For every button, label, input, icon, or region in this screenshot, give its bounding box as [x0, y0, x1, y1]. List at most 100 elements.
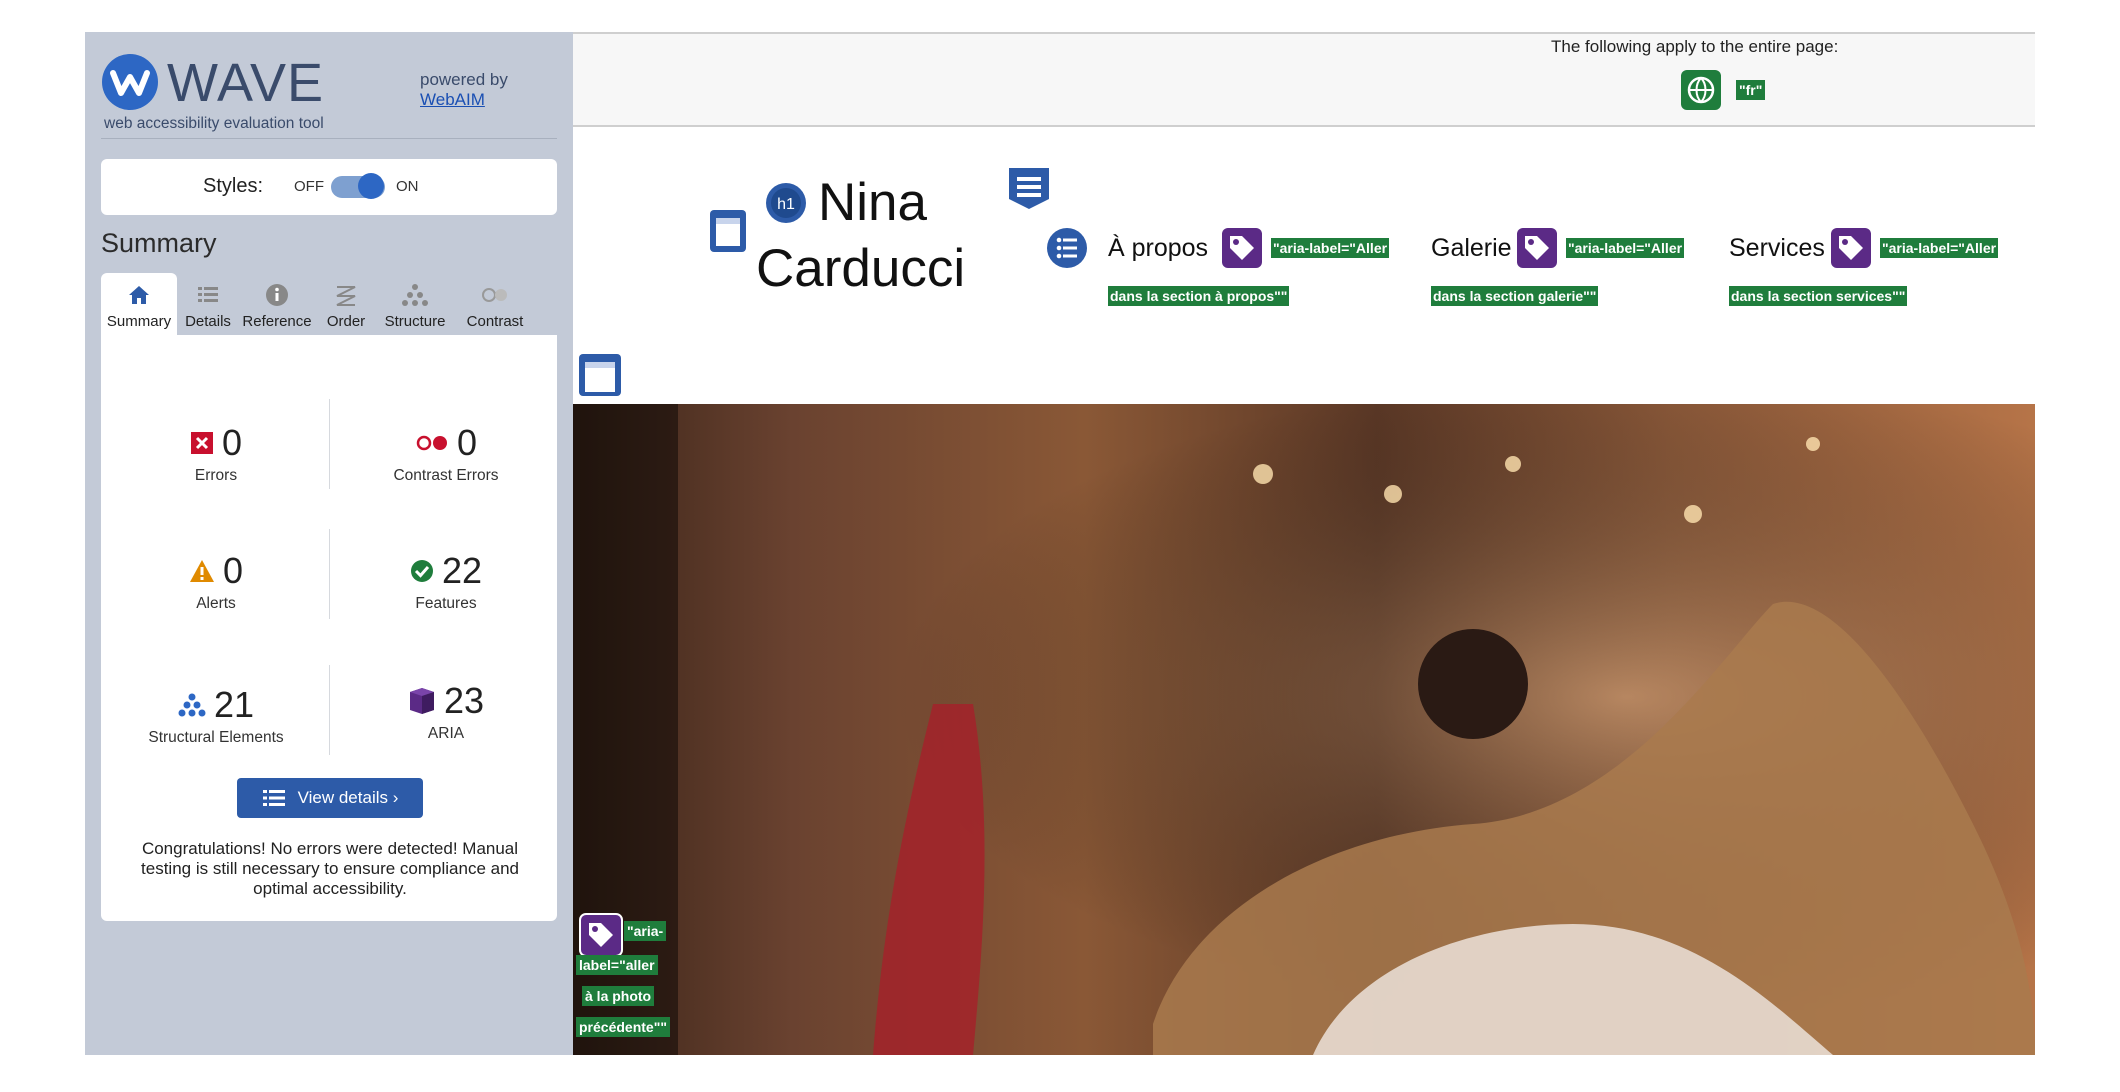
structural-count: 21 — [213, 684, 255, 725]
wave-tab-bar: Summary Details Reference Order Structur… — [101, 273, 557, 335]
list-icon — [198, 287, 218, 302]
nav-aria-label-tag: dans la section galerie"" — [1431, 285, 1599, 307]
wave-tagline: web accessibility evaluation tool — [104, 115, 324, 132]
alert-icon — [189, 560, 214, 582]
features-count: 22 — [441, 550, 483, 591]
view-details-button[interactable]: View details › — [237, 778, 423, 818]
wave-sidebar: WAVE web accessibility evaluation tool p… — [85, 32, 573, 1055]
alerts-label: Alerts — [196, 595, 236, 612]
site-title-line2: Carducci — [756, 239, 966, 298]
styles-toggle-panel: Styles: OFF ON — [101, 159, 557, 215]
nav-aria-label-tag: "aria-label="Aller — [1271, 237, 1411, 259]
styles-toggle-knob — [358, 173, 384, 199]
page-level-text: The following apply to the entire page: — [1551, 37, 1839, 56]
structure-icon — [402, 284, 428, 306]
stat-aria[interactable]: 23 ARIA — [341, 679, 551, 743]
navigation-landmark-icon[interactable] — [1006, 165, 1052, 211]
error-icon — [190, 432, 213, 454]
tab-order[interactable]: Order — [317, 273, 375, 335]
aria-label-icon[interactable] — [1220, 226, 1264, 270]
aria-label-text: à la photo — [582, 986, 655, 1006]
powered-by-label: powered by — [420, 70, 508, 89]
site-title: Nina Carducci — [756, 170, 965, 302]
tab-structure-label: Structure — [384, 313, 446, 330]
tab-reference-label: Reference — [242, 313, 312, 330]
structural-label: Structural Elements — [148, 729, 284, 746]
stat-errors[interactable]: 0 Errors — [111, 421, 321, 485]
stat-divider — [329, 665, 330, 755]
tab-details[interactable]: Details — [179, 273, 237, 335]
nav-link-services[interactable]: Services — [1729, 234, 1825, 263]
home-icon — [129, 286, 149, 304]
nav-link-a-propos[interactable]: À propos — [1108, 234, 1208, 263]
aria-label-text: "aria-label="Aller — [1880, 238, 1999, 258]
tab-contrast-label: Contrast — [466, 313, 524, 330]
summary-heading: Summary — [101, 228, 217, 258]
aria-label-icon[interactable] — [1829, 226, 1873, 270]
stat-alerts[interactable]: 0 Alerts — [111, 549, 321, 613]
aria-label-text: dans la section à propos"" — [1108, 286, 1290, 306]
tab-summary-label: Summary — [106, 313, 172, 330]
contrast-error-icon — [416, 435, 447, 451]
aria-label-icon[interactable] — [1515, 226, 1559, 270]
aria-label-text: précédente"" — [576, 1017, 670, 1037]
styles-on-label: ON — [396, 178, 419, 195]
wedding-photo — [573, 404, 2035, 1055]
aria-label-text: dans la section galerie"" — [1431, 286, 1599, 306]
stat-divider — [329, 529, 330, 619]
powered-by: powered by WebAIM — [420, 70, 508, 110]
contrast-errors-label: Contrast Errors — [393, 467, 499, 484]
aria-label-text: dans la section services"" — [1729, 286, 1908, 306]
styles-off-label: OFF — [294, 178, 324, 195]
congrats-message: Congratulations! No errors were detected… — [141, 839, 519, 898]
alerts-count: 0 — [222, 550, 244, 591]
hero-image — [573, 404, 2035, 1055]
aria-label-text: "aria- — [624, 921, 667, 941]
view-details-label: View details › — [297, 788, 399, 807]
tab-contrast[interactable]: Contrast — [455, 273, 535, 335]
nav-aria-label-tag: "aria-label="Aller — [1566, 237, 1706, 259]
main-landmark-icon[interactable] — [577, 352, 623, 398]
stat-structural[interactable]: 21 Structural Elements — [111, 683, 321, 747]
tab-reference[interactable]: Reference — [237, 273, 317, 335]
sidebar-divider — [101, 138, 557, 139]
site-title-line1: Nina — [818, 173, 928, 232]
language-icon[interactable] — [1681, 70, 1721, 110]
nav-aria-label-tag: "aria-label="Aller — [1880, 237, 2030, 259]
tab-order-label: Order — [326, 313, 366, 330]
info-icon — [266, 284, 288, 306]
aria-count: 23 — [443, 680, 485, 721]
wave-logo-icon — [102, 54, 158, 110]
summary-panel: 0 Errors 0 Contrast Errors 0 Alerts 22 F… — [101, 335, 557, 921]
tab-summary[interactable]: Summary — [101, 273, 177, 335]
tab-structure[interactable]: Structure — [375, 273, 455, 335]
header-landmark-icon[interactable] — [708, 208, 748, 254]
tab-details-label: Details — [185, 313, 231, 330]
list-icon — [262, 790, 285, 806]
feature-check-icon — [410, 560, 433, 582]
errors-label: Errors — [194, 467, 238, 484]
wave-title: WAVE — [167, 53, 325, 113]
unordered-list-icon[interactable] — [1046, 227, 1088, 269]
stat-divider — [329, 399, 330, 489]
stat-contrast-errors[interactable]: 0 Contrast Errors — [341, 421, 551, 485]
page-level-banner: The following apply to the entire page: … — [573, 32, 2035, 127]
prev-aria-tag: "aria- — [624, 920, 667, 943]
stat-features[interactable]: 22 Features — [341, 549, 551, 613]
prev-aria-tag: label="aller à la photo précédente"" — [576, 950, 686, 1043]
aria-cube-icon — [409, 688, 434, 714]
errors-count: 0 — [221, 422, 243, 463]
contrast-icon — [482, 288, 507, 302]
nav-link-galerie[interactable]: Galerie — [1431, 234, 1512, 263]
page-preview: The following apply to the entire page: … — [573, 32, 2035, 1055]
aria-label-text: "aria-label="Aller — [1566, 238, 1685, 258]
features-label: Features — [415, 595, 477, 612]
webaim-link[interactable]: WebAIM — [420, 90, 508, 110]
aria-label: ARIA — [427, 725, 465, 742]
styles-toggle[interactable] — [331, 173, 385, 199]
aria-label-text: "aria-label="Aller — [1271, 238, 1390, 258]
contrast-errors-count: 0 — [456, 422, 478, 463]
order-icon — [336, 286, 356, 306]
structure-icon — [178, 693, 206, 717]
aria-label-text: label="aller — [576, 955, 658, 975]
